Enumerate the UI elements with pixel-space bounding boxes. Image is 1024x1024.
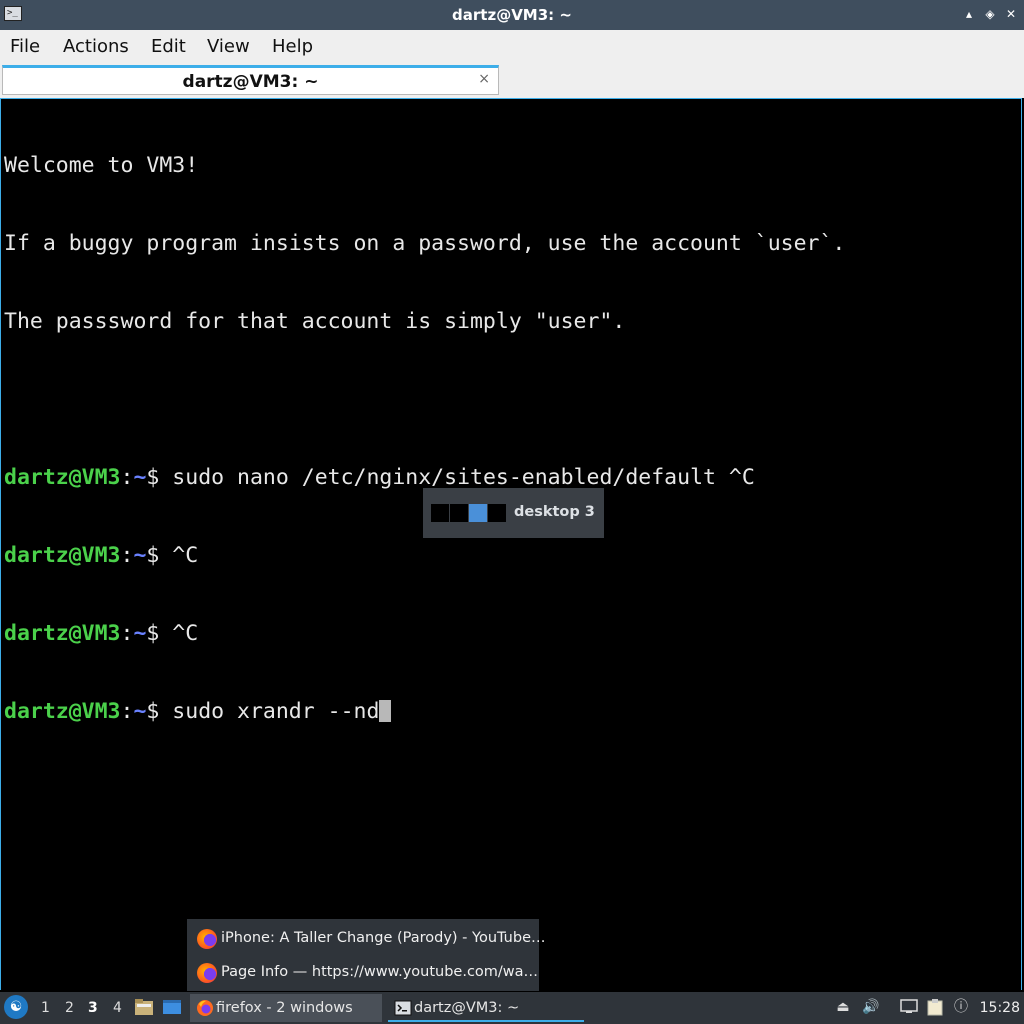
osd-desktop-2 [450, 504, 468, 522]
network-icon[interactable] [900, 998, 918, 1016]
terminal-prompt-line: dartz@VM3:~$ ^C [4, 543, 845, 569]
task-label: dartz@VM3: ~ [414, 1000, 520, 1016]
tab-bar: dartz@VM3: ~ × [0, 62, 1024, 98]
menu-file[interactable]: File [10, 36, 40, 57]
prompt-dollar: $ [146, 465, 160, 490]
firefox-windows-popup: iPhone: A Taller Change (Parody) - YouTu… [187, 919, 546, 991]
popup-item-label: Page Info — https://www.youtube.com/wa… [221, 964, 539, 980]
file-manager-icon[interactable] [134, 998, 154, 1016]
firefox-icon [197, 963, 217, 983]
clipboard-icon[interactable] [926, 998, 944, 1016]
prompt-path: ~ [133, 465, 147, 490]
terminal-view[interactable]: Welcome to VM3! If a buggy program insis… [0, 98, 1022, 990]
osd-desktop-1 [431, 504, 449, 522]
desktop-switch-osd: desktop 3 [423, 488, 604, 538]
close-icon[interactable]: ✕ [1004, 7, 1018, 21]
prompt-dollar: $ [146, 699, 160, 724]
menu-actions[interactable]: Actions [63, 36, 129, 57]
prompt-colon: : [120, 543, 134, 568]
eject-icon[interactable]: ⏏ [834, 998, 852, 1016]
show-desktop-icon[interactable] [162, 998, 182, 1016]
tab-terminal[interactable]: dartz@VM3: ~ × [2, 65, 499, 95]
command-text: ^C [159, 543, 199, 568]
menu-bar: File Actions Edit View Help [0, 30, 1024, 62]
volume-icon[interactable]: 🔊 [862, 998, 880, 1016]
maximize-icon[interactable]: ◈ [983, 7, 997, 21]
prompt-user: dartz@VM3 [4, 465, 121, 490]
firefox-icon [197, 1000, 213, 1016]
task-firefox[interactable]: firefox - 2 windows [190, 994, 382, 1022]
popup-item-page-info[interactable]: Page Info — https://www.youtube.com/wa… [187, 955, 539, 989]
prompt-colon: : [120, 465, 134, 490]
terminal-prompt-line: dartz@VM3:~$ sudo xrandr --nd [4, 699, 845, 725]
text-cursor [379, 700, 392, 722]
osd-desktop-3 [469, 504, 487, 522]
prompt-dollar: $ [146, 621, 160, 646]
taskbar-panel: ☯ 1 2 3 4 firefox - 2 windows dartz@VM3:… [0, 992, 1024, 1024]
prompt-path: ~ [133, 543, 147, 568]
prompt-colon: : [120, 621, 134, 646]
command-text: ^C [159, 621, 199, 646]
terminal-output: Welcome to VM3! If a buggy program insis… [4, 101, 845, 777]
task-terminal[interactable]: dartz@VM3: ~ [388, 994, 584, 1022]
prompt-path: ~ [133, 699, 147, 724]
terminal-line: If a buggy program insists on a password… [4, 231, 846, 256]
command-text: sudo nano /etc/nginx/sites-enabled/defau… [159, 465, 755, 490]
command-input[interactable]: sudo xrandr --nd [159, 699, 379, 724]
tab-close-icon[interactable]: × [478, 71, 490, 87]
osd-label: desktop 3 [514, 504, 595, 520]
terminal-prompt-line: dartz@VM3:~$ ^C [4, 621, 845, 647]
task-label: firefox - 2 windows [216, 1000, 353, 1016]
minimize-icon[interactable]: ▴ [962, 7, 976, 21]
info-icon[interactable]: ⓘ [952, 998, 970, 1016]
prompt-user: dartz@VM3 [4, 621, 121, 646]
popup-item-label: iPhone: A Taller Change (Parody) - YouTu… [221, 930, 546, 946]
popup-item-youtube[interactable]: iPhone: A Taller Change (Parody) - YouTu… [187, 921, 546, 955]
prompt-dollar: $ [146, 543, 160, 568]
menu-edit[interactable]: Edit [151, 36, 186, 57]
prompt-colon: : [120, 699, 134, 724]
menu-view[interactable]: View [207, 36, 250, 57]
osd-desktop-4 [488, 504, 506, 522]
prompt-user: dartz@VM3 [4, 699, 121, 724]
clock[interactable]: 15:28 [980, 1000, 1020, 1016]
workspace-2[interactable]: 2 [65, 1000, 74, 1016]
prompt-path: ~ [133, 621, 147, 646]
workspace-3[interactable]: 3 [88, 1000, 98, 1016]
terminal-line: Welcome to VM3! [4, 153, 199, 178]
start-menu-icon[interactable]: ☯ [4, 995, 28, 1019]
workspace-1[interactable]: 1 [41, 1000, 50, 1016]
prompt-user: dartz@VM3 [4, 543, 121, 568]
terminal-line: The passsword for that account is simply… [4, 309, 626, 334]
window-title: dartz@VM3: ~ [452, 6, 572, 24]
workspace-4[interactable]: 4 [113, 1000, 122, 1016]
terminal-icon [394, 1000, 412, 1016]
firefox-icon [197, 929, 217, 949]
tab-label: dartz@VM3: ~ [182, 72, 319, 92]
window-titlebar[interactable]: >_ dartz@VM3: ~ ▴ ◈ ✕ [0, 0, 1024, 30]
menu-help[interactable]: Help [272, 36, 313, 57]
